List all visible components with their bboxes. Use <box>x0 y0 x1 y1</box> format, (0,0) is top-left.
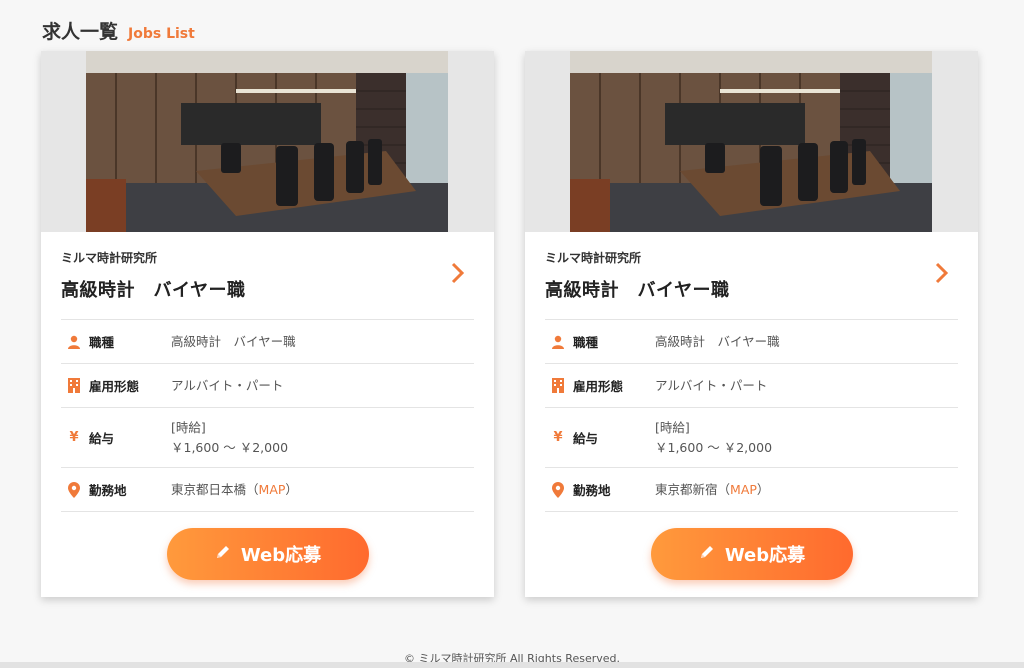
detail-row-salary: ¥ 給与 [時給] ￥1,600 〜 ￥2,000 <box>545 407 958 467</box>
job-card[interactable]: ミルマ時計研究所 高級時計 バイヤー職 職種 高級時計 バイヤー職 雇用形態 ア… <box>41 51 494 597</box>
person-icon <box>548 335 568 349</box>
detail-label: 職種 <box>89 335 115 350</box>
person-icon <box>64 335 84 349</box>
job-details: 職種 高級時計 バイヤー職 雇用形態 アルバイト・パート ¥ 給与 [時給] ￥… <box>545 319 958 512</box>
footer-divider <box>0 662 1024 668</box>
page-title: 求人一覧 <box>42 21 119 43</box>
detail-row-occupation: 職種 高級時計 バイヤー職 <box>61 319 474 363</box>
detail-value: 東京都新宿（MAP） <box>655 481 770 497</box>
map-link[interactable]: MAP <box>259 482 286 497</box>
location-text: 東京都日本橋 <box>171 481 247 497</box>
job-title[interactable]: 高級時計 バイヤー職 <box>545 276 729 302</box>
map-pin-icon <box>64 481 84 498</box>
building-icon <box>64 378 84 393</box>
chevron-right-icon[interactable] <box>932 261 952 285</box>
yen-icon: ¥ <box>553 430 563 445</box>
salary-range: ￥1,600 〜 ￥2,000 <box>655 439 773 455</box>
detail-row-employment: 雇用形態 アルバイト・パート <box>61 363 474 407</box>
detail-value: [時給] ￥1,600 〜 ￥2,000 <box>655 418 772 458</box>
job-photo-frame <box>525 51 978 232</box>
apply-button-label: Web応募 <box>724 545 806 566</box>
job-photo-frame <box>41 51 494 232</box>
page-subtitle: Jobs List <box>128 26 195 42</box>
detail-row-employment: 雇用形態 アルバイト・パート <box>545 363 958 407</box>
pencil-icon <box>699 544 715 565</box>
detail-row-occupation: 職種 高級時計 バイヤー職 <box>545 319 958 363</box>
web-apply-button[interactable]: Web応募 <box>651 528 853 580</box>
page-heading: 求人一覧 Jobs List <box>42 17 195 44</box>
building-icon <box>548 378 568 393</box>
company-name: ミルマ時計研究所 <box>545 251 642 265</box>
apply-button-label: Web応募 <box>240 545 322 566</box>
job-photo <box>86 51 448 232</box>
job-title[interactable]: 高級時計 バイヤー職 <box>61 276 245 302</box>
detail-row-location: 勤務地 東京都新宿（MAP） <box>545 467 958 512</box>
map-link[interactable]: MAP <box>730 482 757 497</box>
yen-icon: ¥ <box>69 430 79 445</box>
detail-value: 高級時計 バイヤー職 <box>171 333 296 349</box>
detail-row-location: 勤務地 東京都日本橋（MAP） <box>61 467 474 512</box>
salary-range: ￥1,600 〜 ￥2,000 <box>171 439 289 455</box>
detail-label: 雇用形態 <box>573 379 624 394</box>
detail-value: [時給] ￥1,600 〜 ￥2,000 <box>171 418 288 458</box>
detail-label: 勤務地 <box>89 483 127 498</box>
job-details: 職種 高級時計 バイヤー職 雇用形態 アルバイト・パート ¥ 給与 [時給] ￥… <box>61 319 474 512</box>
company-name: ミルマ時計研究所 <box>61 251 158 265</box>
detail-value: アルバイト・パート <box>171 377 284 393</box>
pencil-icon <box>215 544 231 565</box>
map-pin-icon <box>548 481 568 498</box>
detail-label: 職種 <box>573 335 599 350</box>
detail-value: 高級時計 バイヤー職 <box>655 333 780 349</box>
detail-row-salary: ¥ 給与 [時給] ￥1,600 〜 ￥2,000 <box>61 407 474 467</box>
chevron-right-icon[interactable] <box>448 261 468 285</box>
salary-type: [時給] <box>655 419 690 435</box>
job-photo <box>570 51 932 232</box>
detail-value: アルバイト・パート <box>655 377 768 393</box>
location-text: 東京都新宿 <box>655 481 718 497</box>
detail-label: 雇用形態 <box>89 379 140 394</box>
detail-label: 給与 <box>573 431 599 446</box>
detail-value: 東京都日本橋（MAP） <box>171 481 298 497</box>
detail-label: 給与 <box>89 431 115 446</box>
detail-label: 勤務地 <box>573 483 611 498</box>
web-apply-button[interactable]: Web応募 <box>167 528 369 580</box>
job-card[interactable]: ミルマ時計研究所 高級時計 バイヤー職 職種 高級時計 バイヤー職 雇用形態 ア… <box>525 51 978 597</box>
salary-type: [時給] <box>171 419 206 435</box>
